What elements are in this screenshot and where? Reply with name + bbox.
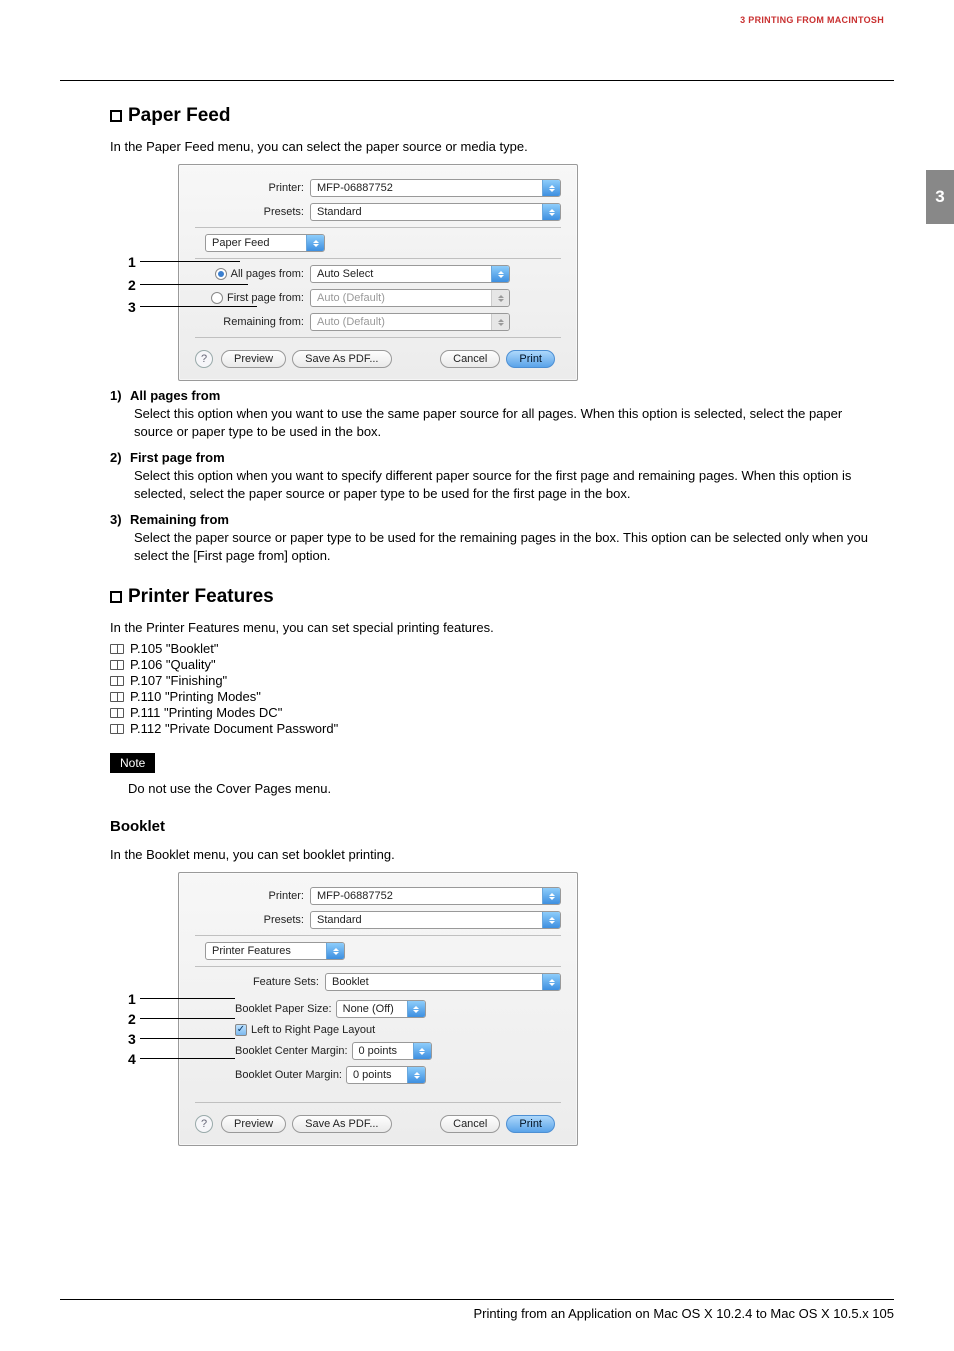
book-icon [110, 644, 124, 654]
presets-label: Presets: [195, 206, 310, 218]
printer-select[interactable]: MFP-06887752 [310, 179, 561, 197]
booklet-center-margin-label: Booklet Center Margin: [235, 1045, 348, 1057]
section-intro: In the Printer Features menu, you can se… [110, 620, 884, 635]
save-as-pdf-button[interactable]: Save As PDF... [292, 350, 391, 368]
left-to-right-checkbox[interactable] [235, 1024, 247, 1036]
left-to-right-label: Left to Right Page Layout [251, 1024, 375, 1036]
book-icon [110, 676, 124, 686]
section-title-paper-feed: Paper Feed [128, 105, 230, 127]
first-page-radio[interactable] [211, 292, 223, 304]
xref-link[interactable]: P.112 "Private Document Password" [130, 721, 338, 736]
panel-menu-select[interactable]: Paper Feed [205, 234, 325, 252]
first-page-select: Auto (Default) [310, 289, 510, 307]
note-text: Do not use the Cover Pages menu. [128, 781, 884, 796]
help-button[interactable]: ? [195, 1115, 213, 1133]
callout-1: 1 [128, 991, 136, 1007]
booklet-paper-size-select[interactable]: None (Off) [336, 1000, 426, 1018]
printer-label: Printer: [195, 182, 310, 194]
callout-line [140, 1018, 235, 1019]
section-bullet-icon [110, 591, 122, 603]
callout-line [140, 998, 235, 999]
cross-reference-list: P.105 "Booklet" P.106 "Quality" P.107 "F… [110, 641, 884, 736]
callout-line [140, 261, 240, 262]
paper-feed-options-list: 1)All pages fromSelect this option when … [110, 388, 884, 564]
book-icon [110, 724, 124, 734]
help-button[interactable]: ? [195, 350, 213, 368]
all-pages-label: All pages from: [231, 268, 304, 280]
preview-button[interactable]: Preview [221, 1115, 286, 1133]
section-intro: In the Paper Feed menu, you can select t… [110, 139, 884, 154]
all-pages-select[interactable]: Auto Select [310, 265, 510, 283]
xref-link[interactable]: P.110 "Printing Modes" [130, 689, 261, 704]
booklet-outer-margin-select[interactable]: 0 points [346, 1066, 426, 1084]
printer-select[interactable]: MFP-06887752 [310, 887, 561, 905]
chapter-header: 3 PRINTING FROM MACINTOSH [740, 15, 884, 25]
feature-sets-label: Feature Sets: [195, 976, 325, 988]
callout-line [140, 1038, 235, 1039]
print-button[interactable]: Print [506, 350, 555, 368]
presets-select[interactable]: Standard [310, 911, 561, 929]
callout-2: 2 [128, 277, 136, 293]
feature-sets-select[interactable]: Booklet [325, 973, 561, 991]
callout-3: 3 [128, 299, 136, 315]
remaining-select: Auto (Default) [310, 313, 510, 331]
cancel-button[interactable]: Cancel [440, 350, 500, 368]
note-badge: Note [110, 753, 155, 773]
section-intro: In the Booklet menu, you can set booklet… [110, 847, 884, 862]
remaining-label: Remaining from: [195, 316, 310, 328]
print-button[interactable]: Print [506, 1115, 555, 1133]
xref-link[interactable]: P.107 "Finishing" [130, 673, 227, 688]
book-icon [110, 660, 124, 670]
booklet-paper-size-label: Booklet Paper Size: [235, 1003, 332, 1015]
booklet-center-margin-select[interactable]: 0 points [352, 1042, 432, 1060]
save-as-pdf-button[interactable]: Save As PDF... [292, 1115, 391, 1133]
callout-line [140, 284, 248, 285]
footer-text: Printing from an Application on Mac OS X… [60, 1306, 894, 1321]
section-title-printer-features: Printer Features [128, 586, 274, 608]
presets-select[interactable]: Standard [310, 203, 561, 221]
cancel-button[interactable]: Cancel [440, 1115, 500, 1133]
callout-4: 4 [128, 1051, 136, 1067]
preview-button[interactable]: Preview [221, 350, 286, 368]
xref-link[interactable]: P.111 "Printing Modes DC" [130, 705, 282, 720]
callout-1: 1 [128, 254, 136, 270]
presets-label: Presets: [195, 914, 310, 926]
all-pages-radio[interactable] [215, 268, 227, 280]
book-icon [110, 692, 124, 702]
subsection-title-booklet: Booklet [110, 818, 884, 835]
booklet-outer-margin-label: Booklet Outer Margin: [235, 1069, 342, 1081]
section-bullet-icon [110, 110, 122, 122]
xref-link[interactable]: P.105 "Booklet" [130, 641, 219, 656]
chapter-tab: 3 [926, 170, 954, 224]
xref-link[interactable]: P.106 "Quality" [130, 657, 216, 672]
book-icon [110, 708, 124, 718]
printer-label: Printer: [195, 890, 310, 902]
callout-3: 3 [128, 1031, 136, 1047]
footer-divider [60, 1299, 894, 1300]
callout-line [140, 1058, 235, 1059]
callout-2: 2 [128, 1011, 136, 1027]
first-page-label: First page from: [227, 292, 304, 304]
panel-menu-select[interactable]: Printer Features [205, 942, 345, 960]
print-dialog-printer-features: Printer: MFP-06887752 Presets: Standard … [178, 872, 578, 1146]
print-dialog-paper-feed: Printer: MFP-06887752 Presets: Standard … [178, 164, 578, 381]
callout-line [140, 306, 257, 307]
